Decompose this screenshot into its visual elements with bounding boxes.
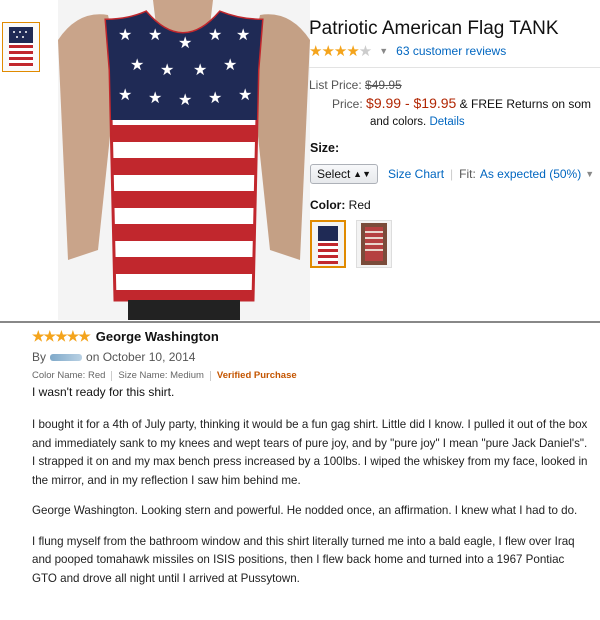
list-price: List Price: $49.95 xyxy=(309,78,402,92)
chevron-down-icon[interactable]: ▼ xyxy=(379,46,388,56)
size-label: Size: xyxy=(310,141,340,155)
review-size-name: Size Name: Medium xyxy=(118,370,204,381)
verified-purchase-badge: Verified Purchase xyxy=(216,370,297,381)
color-swatch-alt[interactable] xyxy=(356,220,392,268)
svg-text:★: ★ xyxy=(178,90,192,109)
rating-row: ★★★★★ ▼ 63 customer reviews xyxy=(309,42,506,60)
svg-text:★: ★ xyxy=(223,55,237,74)
select-arrows-icon: ▲▼ xyxy=(353,169,371,179)
customer-reviews-link[interactable]: 63 customer reviews xyxy=(396,44,506,58)
review-headline: I wasn't ready for this shirt. xyxy=(32,385,175,399)
color-value: Red xyxy=(348,198,371,212)
svg-text:★: ★ xyxy=(238,85,252,104)
review-title[interactable]: George Washington xyxy=(96,329,219,344)
product-main-image[interactable]: ★ ★ ★ ★ ★ ★ ★ ★ ★ ★ ★ ★ ★ ★ xyxy=(58,0,310,320)
product-title: Patriotic American Flag TANK xyxy=(309,18,559,39)
reviewer-name-redacted[interactable] xyxy=(50,353,83,361)
section-divider xyxy=(0,321,600,323)
review-date: on October 10, 2014 xyxy=(86,350,196,364)
customer-review: ★★★★★ George Washington By on October 10… xyxy=(32,328,592,588)
svg-text:★: ★ xyxy=(130,55,144,74)
fit-label: Fit: xyxy=(459,167,476,181)
svg-text:★: ★ xyxy=(118,25,132,44)
price-line2: and colors. Details xyxy=(370,116,465,128)
details-link[interactable]: Details xyxy=(429,116,464,128)
product-thumbnail[interactable] xyxy=(2,22,40,72)
free-returns-text: & FREE Returns on som xyxy=(459,97,592,111)
price-value: $9.99 - $19.95 xyxy=(366,95,457,111)
list-price-value: $49.95 xyxy=(365,78,402,92)
review-paragraph-1: I bought it for a 4th of July party, thi… xyxy=(32,418,588,487)
svg-text:★: ★ xyxy=(160,60,174,79)
chevron-down-icon[interactable]: ▼ xyxy=(585,169,594,179)
svg-text:★: ★ xyxy=(208,88,222,107)
svg-text:★: ★ xyxy=(148,88,162,107)
size-row: Select ▲▼ Size Chart | Fit: As expected (… xyxy=(310,164,598,184)
color-swatch-red[interactable] xyxy=(310,220,346,268)
review-meta: Color Name: Red Size Name: Medium Verifi… xyxy=(32,370,592,381)
review-header: ★★★★★ George Washington xyxy=(32,328,592,345)
size-chart-link[interactable]: Size Chart xyxy=(388,167,444,181)
svg-text:★: ★ xyxy=(118,85,132,104)
fit-value-link[interactable]: As expected (50%) xyxy=(480,167,581,181)
svg-text:★: ★ xyxy=(193,60,207,79)
review-color-name: Color Name: Red xyxy=(32,370,106,381)
review-paragraph-3: I flung myself from the bathroom window … xyxy=(32,534,575,585)
review-stars[interactable]: ★★★★★ xyxy=(32,328,91,345)
rating-stars[interactable]: ★★★★★ xyxy=(309,42,372,60)
divider xyxy=(309,67,600,68)
svg-text:★: ★ xyxy=(148,25,162,44)
product-section: ★ ★ ★ ★ ★ ★ ★ ★ ★ ★ ★ ★ ★ ★ Patriotic American Flag… xyxy=(0,0,600,322)
color-label: Color: Red xyxy=(310,198,371,212)
size-select[interactable]: Select ▲▼ xyxy=(310,164,378,184)
svg-text:★: ★ xyxy=(236,25,250,44)
svg-text:★: ★ xyxy=(208,25,222,44)
svg-text:★: ★ xyxy=(178,33,192,52)
price: Price: $9.99 - $19.95 & FREE Returns on … xyxy=(332,95,592,111)
review-paragraph-2: George Washington. Looking stern and pow… xyxy=(32,504,578,517)
review-byline: By on October 10, 2014 xyxy=(32,350,196,364)
